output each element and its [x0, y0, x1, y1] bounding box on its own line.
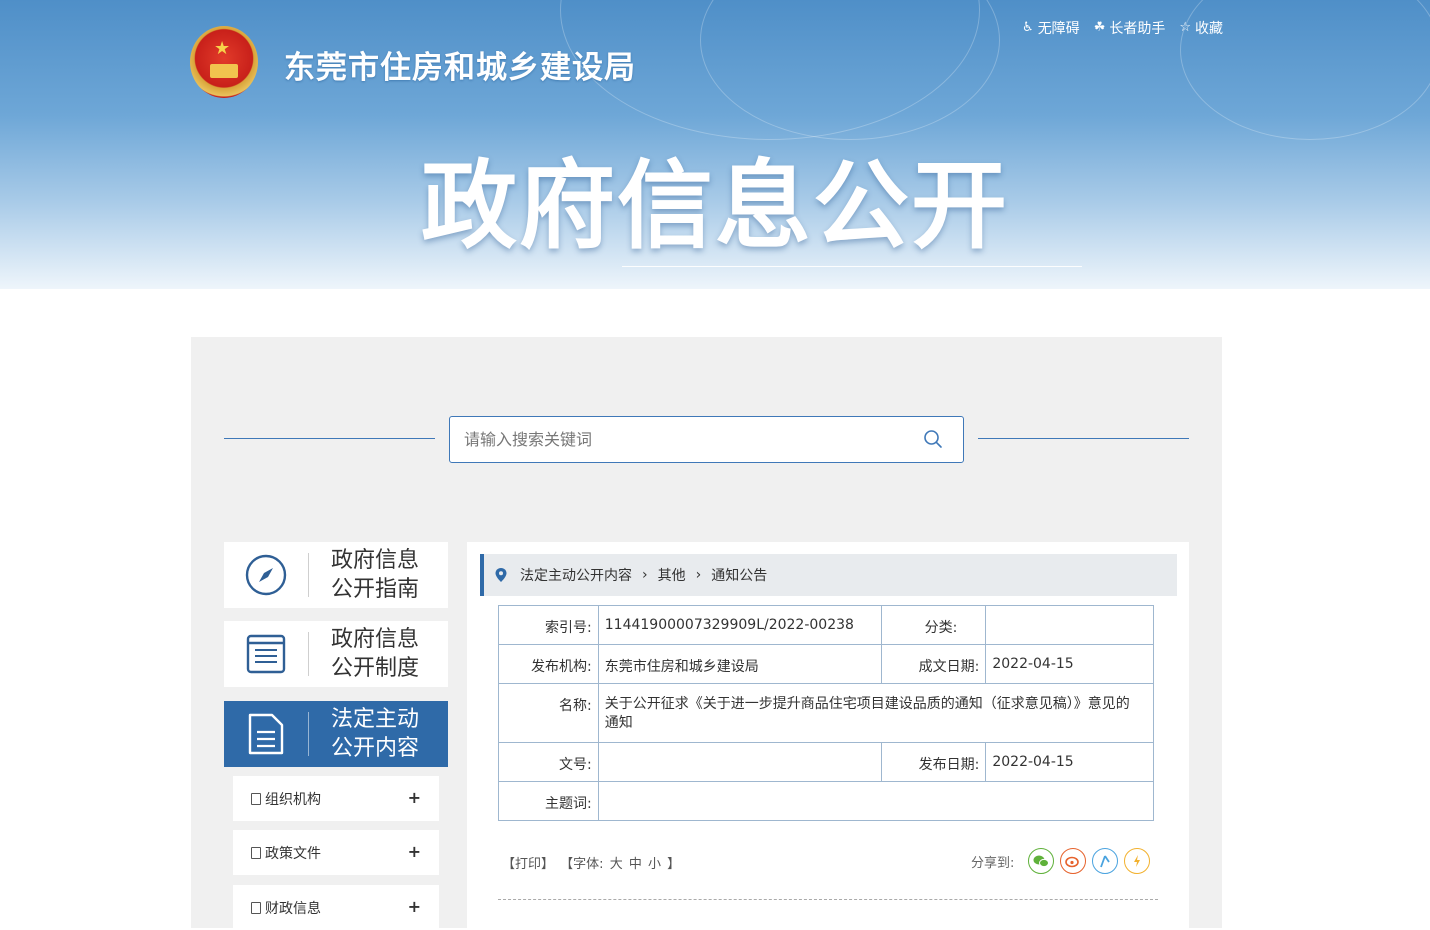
nav-label-line2: 公开制度 [331, 656, 420, 681]
location-pin-icon [495, 568, 507, 582]
sub-item-policy[interactable]: 政策文件 + [233, 830, 439, 875]
nav-card-statutory-label: 法定主动 公开内容 [309, 705, 429, 763]
document-meta-table: 索引号: 11441900007329909L/2022-00238 分类: 发… [498, 605, 1155, 821]
chevron-right-icon: › [695, 567, 702, 583]
nav-card-system-label: 政府信息 公开制度 [309, 625, 429, 683]
publisher-value: 东莞市住房和城乡建设局 [597, 644, 882, 684]
accessibility-link[interactable]: ♿ 无障碍 [1022, 18, 1080, 38]
search-box [449, 416, 964, 463]
breadcrumb-item[interactable]: 其他 [658, 565, 686, 585]
elder-helper-label: 长者助手 [1109, 21, 1166, 37]
font-size-prefix: 【字体: [560, 857, 604, 872]
sub-item-label: 组织机构 [265, 791, 321, 808]
sub-item-finance[interactable]: 财政信息 + [233, 885, 439, 930]
font-size-suffix: 】 [667, 857, 681, 872]
share-label: 分享到: [971, 855, 1015, 871]
elder-helper-icon: ☘ [1093, 20, 1106, 35]
sub-item-label: 财政信息 [265, 900, 321, 917]
national-emblem-icon: ★ [190, 26, 258, 98]
nav-label-line2: 公开指南 [331, 577, 420, 602]
created-date-value: 2022-04-15 [985, 644, 1154, 684]
font-medium-button[interactable]: 中 [629, 857, 642, 872]
category-value [985, 605, 1154, 645]
qzone-share-icon[interactable] [1124, 848, 1151, 874]
name-value: 关于公开征求《关于进一步提升商品住宅项目建设品质的通知（征求意见稿）》意见的通知 [597, 683, 1155, 743]
index-value: 11441900007329909L/2022-00238 [597, 605, 882, 645]
favorite-label: 收藏 [1195, 21, 1223, 37]
keywords-label: 主题词: [498, 781, 599, 821]
nav-card-guide-label: 政府信息 公开指南 [309, 546, 429, 604]
site-title[interactable]: 东莞市住房和城乡建设局 [284, 42, 636, 87]
search-input[interactable] [450, 417, 910, 462]
sub-item-organization[interactable]: 组织机构 + [233, 776, 439, 821]
content-divider [498, 899, 1158, 900]
created-date-label: 成文日期: [880, 644, 987, 684]
content-area: 法定主动公开内容 › 其他 › 通知公告 索引号: 11441900007329… [467, 542, 1189, 928]
nav-label-line2: 公开内容 [331, 736, 420, 761]
nav-card-guide[interactable]: 政府信息 公开指南 [224, 542, 448, 608]
publisher-label: 发布机构: [498, 644, 599, 684]
name-label: 名称: [498, 683, 599, 743]
title-underline [622, 266, 1082, 267]
category-label: 分类: [880, 605, 987, 645]
article-tools: 【打印】 【字体: 大 中 小 】 [502, 853, 682, 872]
nav-label-line1: 政府信息 [331, 627, 420, 652]
search-divider-right [978, 438, 1189, 439]
star-icon: ☆ [1179, 20, 1191, 35]
page-icon [251, 792, 261, 805]
docno-label: 文号: [498, 742, 599, 782]
accessibility-label: 无障碍 [1037, 21, 1080, 37]
expand-icon[interactable]: + [408, 842, 421, 861]
list-book-icon [224, 621, 308, 687]
nav-card-statutory[interactable]: 法定主动 公开内容 [224, 701, 448, 767]
expand-icon[interactable]: + [408, 788, 421, 807]
document-icon [224, 701, 308, 767]
nav-card-system[interactable]: 政府信息 公开制度 [224, 621, 448, 687]
compass-icon [224, 542, 308, 608]
wechat-share-icon[interactable] [1028, 848, 1055, 874]
nav-label-line1: 法定主动 [331, 707, 420, 732]
weibo-share-icon[interactable] [1060, 848, 1087, 874]
keywords-value [597, 781, 1155, 821]
sub-item-label: 政策文件 [265, 845, 321, 862]
page-icon [251, 901, 261, 914]
elder-helper-link[interactable]: ☘ 长者助手 [1094, 18, 1166, 38]
font-small-button[interactable]: 小 [648, 857, 661, 872]
top-links: ♿ 无障碍 ☘ 长者助手 ☆ 收藏 [1022, 18, 1223, 38]
share-bar: 分享到: [971, 848, 1151, 874]
search-divider-left [224, 438, 435, 439]
tencent-weibo-share-icon[interactable] [1092, 848, 1119, 874]
main-panel: 政府信息 公开指南 政府信息 公开制度 [191, 337, 1222, 930]
accessibility-icon: ♿ [1022, 20, 1034, 35]
font-large-button[interactable]: 大 [610, 857, 623, 872]
breadcrumb-item[interactable]: 通知公告 [711, 565, 767, 585]
index-label: 索引号: [498, 605, 599, 645]
breadcrumb-item[interactable]: 法定主动公开内容 [520, 565, 632, 585]
print-button[interactable]: 【打印】 [502, 857, 554, 872]
page-icon [251, 846, 261, 859]
search-icon[interactable] [923, 429, 943, 449]
page-big-title: 政府信息公开 [421, 150, 1009, 262]
header-banner: ★ 东莞市住房和城乡建设局 ♿ 无障碍 ☘ 长者助手 ☆ 收藏 政府信息公开 [0, 0, 1430, 289]
published-date-value: 2022-04-15 [985, 742, 1154, 782]
chevron-right-icon: › [642, 567, 648, 583]
nav-label-line1: 政府信息 [331, 548, 420, 573]
breadcrumb: 法定主动公开内容 › 其他 › 通知公告 [480, 554, 1177, 596]
expand-icon[interactable]: + [408, 897, 421, 916]
published-date-label: 发布日期: [880, 742, 987, 782]
docno-value [597, 742, 882, 782]
favorite-link[interactable]: ☆ 收藏 [1179, 18, 1223, 38]
